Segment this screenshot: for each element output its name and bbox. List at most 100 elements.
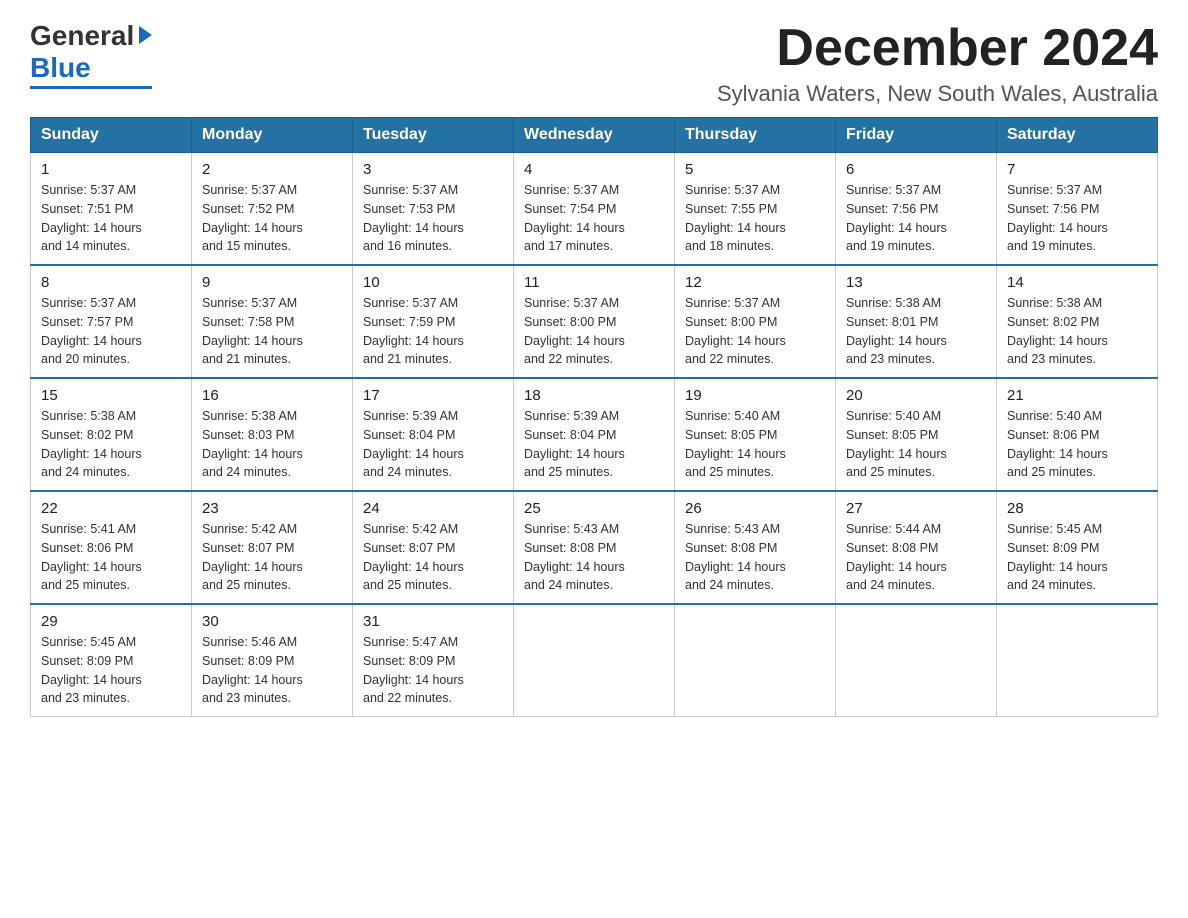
logo-blue-text: Blue — [30, 52, 91, 84]
day-info: Sunrise: 5:40 AM Sunset: 8:05 PM Dayligh… — [685, 407, 825, 482]
day-number: 17 — [363, 387, 503, 404]
table-row — [675, 604, 836, 717]
day-info: Sunrise: 5:38 AM Sunset: 8:02 PM Dayligh… — [41, 407, 181, 482]
table-row: 30 Sunrise: 5:46 AM Sunset: 8:09 PM Dayl… — [192, 604, 353, 717]
table-row: 1 Sunrise: 5:37 AM Sunset: 7:51 PM Dayli… — [31, 153, 192, 266]
table-row: 28 Sunrise: 5:45 AM Sunset: 8:09 PM Dayl… — [997, 491, 1158, 604]
day-number: 11 — [524, 274, 664, 291]
table-row — [997, 604, 1158, 717]
day-number: 2 — [202, 161, 342, 178]
table-row: 10 Sunrise: 5:37 AM Sunset: 7:59 PM Dayl… — [353, 265, 514, 378]
table-row: 6 Sunrise: 5:37 AM Sunset: 7:56 PM Dayli… — [836, 153, 997, 266]
header-saturday: Saturday — [997, 118, 1158, 153]
table-row: 25 Sunrise: 5:43 AM Sunset: 8:08 PM Dayl… — [514, 491, 675, 604]
table-row: 17 Sunrise: 5:39 AM Sunset: 8:04 PM Dayl… — [353, 378, 514, 491]
table-row: 21 Sunrise: 5:40 AM Sunset: 8:06 PM Dayl… — [997, 378, 1158, 491]
header: General Blue December 2024 Sylvania Wate… — [30, 20, 1158, 107]
day-info: Sunrise: 5:37 AM Sunset: 7:58 PM Dayligh… — [202, 294, 342, 369]
table-row: 14 Sunrise: 5:38 AM Sunset: 8:02 PM Dayl… — [997, 265, 1158, 378]
table-row: 2 Sunrise: 5:37 AM Sunset: 7:52 PM Dayli… — [192, 153, 353, 266]
title-area: December 2024 Sylvania Waters, New South… — [717, 20, 1158, 107]
header-sunday: Sunday — [31, 118, 192, 153]
day-number: 10 — [363, 274, 503, 291]
calendar-week-row: 8 Sunrise: 5:37 AM Sunset: 7:57 PM Dayli… — [31, 265, 1158, 378]
day-number: 22 — [41, 500, 181, 517]
day-info: Sunrise: 5:37 AM Sunset: 7:55 PM Dayligh… — [685, 181, 825, 256]
day-info: Sunrise: 5:38 AM Sunset: 8:01 PM Dayligh… — [846, 294, 986, 369]
day-number: 25 — [524, 500, 664, 517]
day-info: Sunrise: 5:43 AM Sunset: 8:08 PM Dayligh… — [685, 520, 825, 595]
day-number: 14 — [1007, 274, 1147, 291]
logo-underline — [30, 86, 152, 89]
table-row: 22 Sunrise: 5:41 AM Sunset: 8:06 PM Dayl… — [31, 491, 192, 604]
day-number: 13 — [846, 274, 986, 291]
table-row: 16 Sunrise: 5:38 AM Sunset: 8:03 PM Dayl… — [192, 378, 353, 491]
table-row: 9 Sunrise: 5:37 AM Sunset: 7:58 PM Dayli… — [192, 265, 353, 378]
day-number: 4 — [524, 161, 664, 178]
header-thursday: Thursday — [675, 118, 836, 153]
day-info: Sunrise: 5:37 AM Sunset: 8:00 PM Dayligh… — [685, 294, 825, 369]
day-number: 6 — [846, 161, 986, 178]
header-tuesday: Tuesday — [353, 118, 514, 153]
day-info: Sunrise: 5:43 AM Sunset: 8:08 PM Dayligh… — [524, 520, 664, 595]
day-info: Sunrise: 5:40 AM Sunset: 8:05 PM Dayligh… — [846, 407, 986, 482]
table-row: 8 Sunrise: 5:37 AM Sunset: 7:57 PM Dayli… — [31, 265, 192, 378]
table-row: 4 Sunrise: 5:37 AM Sunset: 7:54 PM Dayli… — [514, 153, 675, 266]
day-info: Sunrise: 5:44 AM Sunset: 8:08 PM Dayligh… — [846, 520, 986, 595]
day-number: 9 — [202, 274, 342, 291]
calendar-header-row: Sunday Monday Tuesday Wednesday Thursday… — [31, 118, 1158, 153]
day-info: Sunrise: 5:38 AM Sunset: 8:03 PM Dayligh… — [202, 407, 342, 482]
day-number: 12 — [685, 274, 825, 291]
day-number: 24 — [363, 500, 503, 517]
header-monday: Monday — [192, 118, 353, 153]
day-info: Sunrise: 5:37 AM Sunset: 7:57 PM Dayligh… — [41, 294, 181, 369]
table-row: 11 Sunrise: 5:37 AM Sunset: 8:00 PM Dayl… — [514, 265, 675, 378]
table-row: 7 Sunrise: 5:37 AM Sunset: 7:56 PM Dayli… — [997, 153, 1158, 266]
table-row: 24 Sunrise: 5:42 AM Sunset: 8:07 PM Dayl… — [353, 491, 514, 604]
day-number: 29 — [41, 613, 181, 630]
day-info: Sunrise: 5:37 AM Sunset: 7:52 PM Dayligh… — [202, 181, 342, 256]
day-info: Sunrise: 5:40 AM Sunset: 8:06 PM Dayligh… — [1007, 407, 1147, 482]
day-info: Sunrise: 5:47 AM Sunset: 8:09 PM Dayligh… — [363, 633, 503, 708]
day-info: Sunrise: 5:42 AM Sunset: 8:07 PM Dayligh… — [202, 520, 342, 595]
logo-general-text: General — [30, 20, 134, 52]
table-row — [514, 604, 675, 717]
day-info: Sunrise: 5:45 AM Sunset: 8:09 PM Dayligh… — [41, 633, 181, 708]
day-info: Sunrise: 5:37 AM Sunset: 7:51 PM Dayligh… — [41, 181, 181, 256]
table-row — [836, 604, 997, 717]
table-row: 15 Sunrise: 5:38 AM Sunset: 8:02 PM Dayl… — [31, 378, 192, 491]
day-info: Sunrise: 5:37 AM Sunset: 7:56 PM Dayligh… — [846, 181, 986, 256]
table-row: 23 Sunrise: 5:42 AM Sunset: 8:07 PM Dayl… — [192, 491, 353, 604]
day-number: 15 — [41, 387, 181, 404]
day-number: 20 — [846, 387, 986, 404]
day-info: Sunrise: 5:37 AM Sunset: 8:00 PM Dayligh… — [524, 294, 664, 369]
day-info: Sunrise: 5:39 AM Sunset: 8:04 PM Dayligh… — [363, 407, 503, 482]
calendar-week-row: 29 Sunrise: 5:45 AM Sunset: 8:09 PM Dayl… — [31, 604, 1158, 717]
day-number: 27 — [846, 500, 986, 517]
day-info: Sunrise: 5:45 AM Sunset: 8:09 PM Dayligh… — [1007, 520, 1147, 595]
table-row: 5 Sunrise: 5:37 AM Sunset: 7:55 PM Dayli… — [675, 153, 836, 266]
table-row: 18 Sunrise: 5:39 AM Sunset: 8:04 PM Dayl… — [514, 378, 675, 491]
day-number: 18 — [524, 387, 664, 404]
header-wednesday: Wednesday — [514, 118, 675, 153]
calendar-table: Sunday Monday Tuesday Wednesday Thursday… — [30, 117, 1158, 717]
calendar-week-row: 22 Sunrise: 5:41 AM Sunset: 8:06 PM Dayl… — [31, 491, 1158, 604]
table-row: 31 Sunrise: 5:47 AM Sunset: 8:09 PM Dayl… — [353, 604, 514, 717]
table-row: 13 Sunrise: 5:38 AM Sunset: 8:01 PM Dayl… — [836, 265, 997, 378]
day-info: Sunrise: 5:38 AM Sunset: 8:02 PM Dayligh… — [1007, 294, 1147, 369]
day-number: 28 — [1007, 500, 1147, 517]
calendar-week-row: 15 Sunrise: 5:38 AM Sunset: 8:02 PM Dayl… — [31, 378, 1158, 491]
day-number: 23 — [202, 500, 342, 517]
header-friday: Friday — [836, 118, 997, 153]
logo-arrow-icon — [139, 26, 152, 44]
day-info: Sunrise: 5:39 AM Sunset: 8:04 PM Dayligh… — [524, 407, 664, 482]
day-number: 21 — [1007, 387, 1147, 404]
table-row: 19 Sunrise: 5:40 AM Sunset: 8:05 PM Dayl… — [675, 378, 836, 491]
day-info: Sunrise: 5:37 AM Sunset: 7:53 PM Dayligh… — [363, 181, 503, 256]
day-number: 26 — [685, 500, 825, 517]
table-row: 3 Sunrise: 5:37 AM Sunset: 7:53 PM Dayli… — [353, 153, 514, 266]
logo: General Blue — [30, 20, 152, 89]
calendar-week-row: 1 Sunrise: 5:37 AM Sunset: 7:51 PM Dayli… — [31, 153, 1158, 266]
table-row: 20 Sunrise: 5:40 AM Sunset: 8:05 PM Dayl… — [836, 378, 997, 491]
day-number: 31 — [363, 613, 503, 630]
